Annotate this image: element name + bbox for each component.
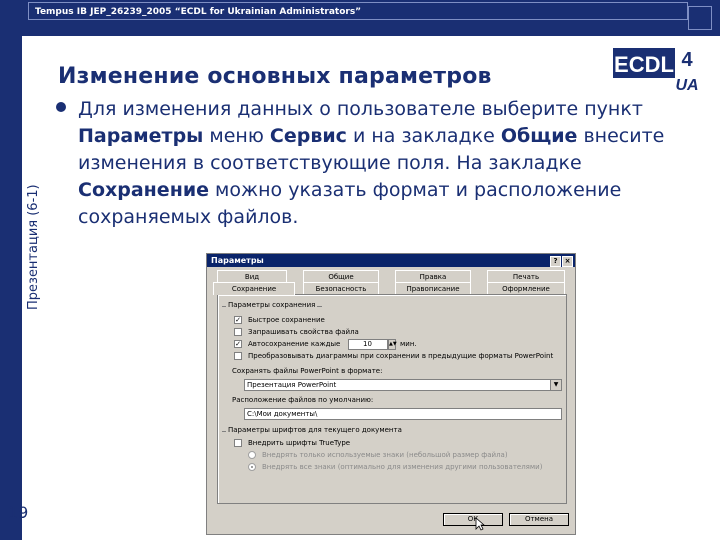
tab-view[interactable]: Вид — [217, 270, 287, 282]
group-fonts: Параметры шрифтов для текущего документа — [226, 426, 404, 434]
radio-used-chars[interactable] — [248, 451, 256, 459]
mouse-pointer-icon — [475, 517, 485, 531]
dialog-title: Параметры — [207, 254, 575, 267]
format-label: Сохранять файлы PowerPoint в формате: — [232, 367, 383, 375]
tab-spelling[interactable]: Правописание — [395, 282, 471, 294]
tab-style[interactable]: Оформление — [487, 282, 565, 294]
bold-term: Параметры — [78, 125, 204, 147]
checkbox-embed-fonts[interactable] — [234, 439, 242, 447]
banner-text: Tempus IB JEP_26239_2005 “ECDL for Ukrai… — [28, 2, 688, 20]
autosave-minutes-input[interactable]: 10 — [348, 339, 388, 350]
radio-label: Внедрять только используемые знаки (небо… — [262, 451, 508, 459]
checkbox-label: Автосохранение каждые — [248, 340, 341, 348]
checkbox-label: Запрашивать свойства файла — [248, 328, 359, 336]
autosave-unit: мин. — [400, 340, 417, 348]
tab-save[interactable]: Сохранение — [213, 282, 295, 295]
header-banner: Tempus IB JEP_26239_2005 “ECDL for Ukrai… — [0, 0, 720, 36]
side-label: Презентация (6-1) — [26, 184, 41, 310]
banner-decor-box — [688, 6, 712, 30]
tab-general[interactable]: Общие — [303, 270, 379, 282]
svg-text:4: 4 — [681, 49, 693, 71]
format-select[interactable]: Презентация PowerPoint ▼ — [244, 379, 562, 391]
close-button[interactable]: × — [562, 256, 573, 267]
checkbox-label: Быстрое сохранение — [248, 316, 325, 324]
autosave-spinner[interactable]: ▲▼ — [388, 339, 397, 350]
radio-all-chars[interactable] — [248, 463, 256, 471]
options-dialog: Параметры ? × Вид Общие Правка Печать Со… — [206, 253, 576, 535]
left-sidebar — [0, 36, 22, 540]
bold-term: Сервис — [269, 125, 347, 147]
checkbox-label: Преобразовывать диаграммы при сохранении… — [248, 352, 554, 360]
checkbox-convert-charts[interactable] — [234, 352, 242, 360]
tab-edit[interactable]: Правка — [395, 270, 471, 282]
bold-term: Общие — [500, 125, 578, 147]
location-label: Расположение файлов по умолчанию: — [232, 396, 374, 404]
ecdl-logo: ECDL 4 UA — [613, 48, 699, 94]
ok-button[interactable]: ОК — [443, 513, 503, 526]
tab-print[interactable]: Печать — [487, 270, 565, 282]
help-button[interactable]: ? — [550, 256, 561, 267]
group-save-params: Параметры сохранения — [226, 301, 318, 309]
slide-number: 19 — [8, 503, 29, 522]
text-segment: меню — [203, 125, 270, 147]
location-input[interactable]: C:\Мои документы\ — [244, 408, 562, 420]
save-panel: Параметры сохранения ✓ Быстрое сохранени… — [217, 294, 567, 504]
checkbox-prompt-properties[interactable] — [234, 328, 242, 336]
checkbox-fast-save[interactable]: ✓ — [234, 316, 242, 324]
bullet-text: Для изменения данных о пользователе выбе… — [78, 96, 698, 231]
svg-text:UA: UA — [675, 77, 698, 94]
svg-text:ECDL: ECDL — [614, 52, 674, 77]
slide-title: Изменение основных параметров — [58, 64, 492, 89]
text-segment: и на закладке — [346, 125, 501, 147]
bold-term: Сохранение — [78, 179, 210, 201]
bullet-dot — [56, 102, 66, 112]
cancel-button[interactable]: Отмена — [509, 513, 569, 526]
format-value: Презентация PowerPoint — [247, 381, 337, 389]
chevron-down-icon[interactable]: ▼ — [550, 380, 561, 390]
checkbox-autosave[interactable]: ✓ — [234, 340, 242, 348]
tab-security[interactable]: Безопасность — [303, 282, 379, 294]
radio-label: Внедрять все знаки (оптимально для измен… — [262, 463, 543, 471]
text-segment: Для изменения данных о пользователе выбе… — [78, 98, 643, 120]
checkbox-label: Внедрить шрифты TrueType — [248, 439, 351, 447]
